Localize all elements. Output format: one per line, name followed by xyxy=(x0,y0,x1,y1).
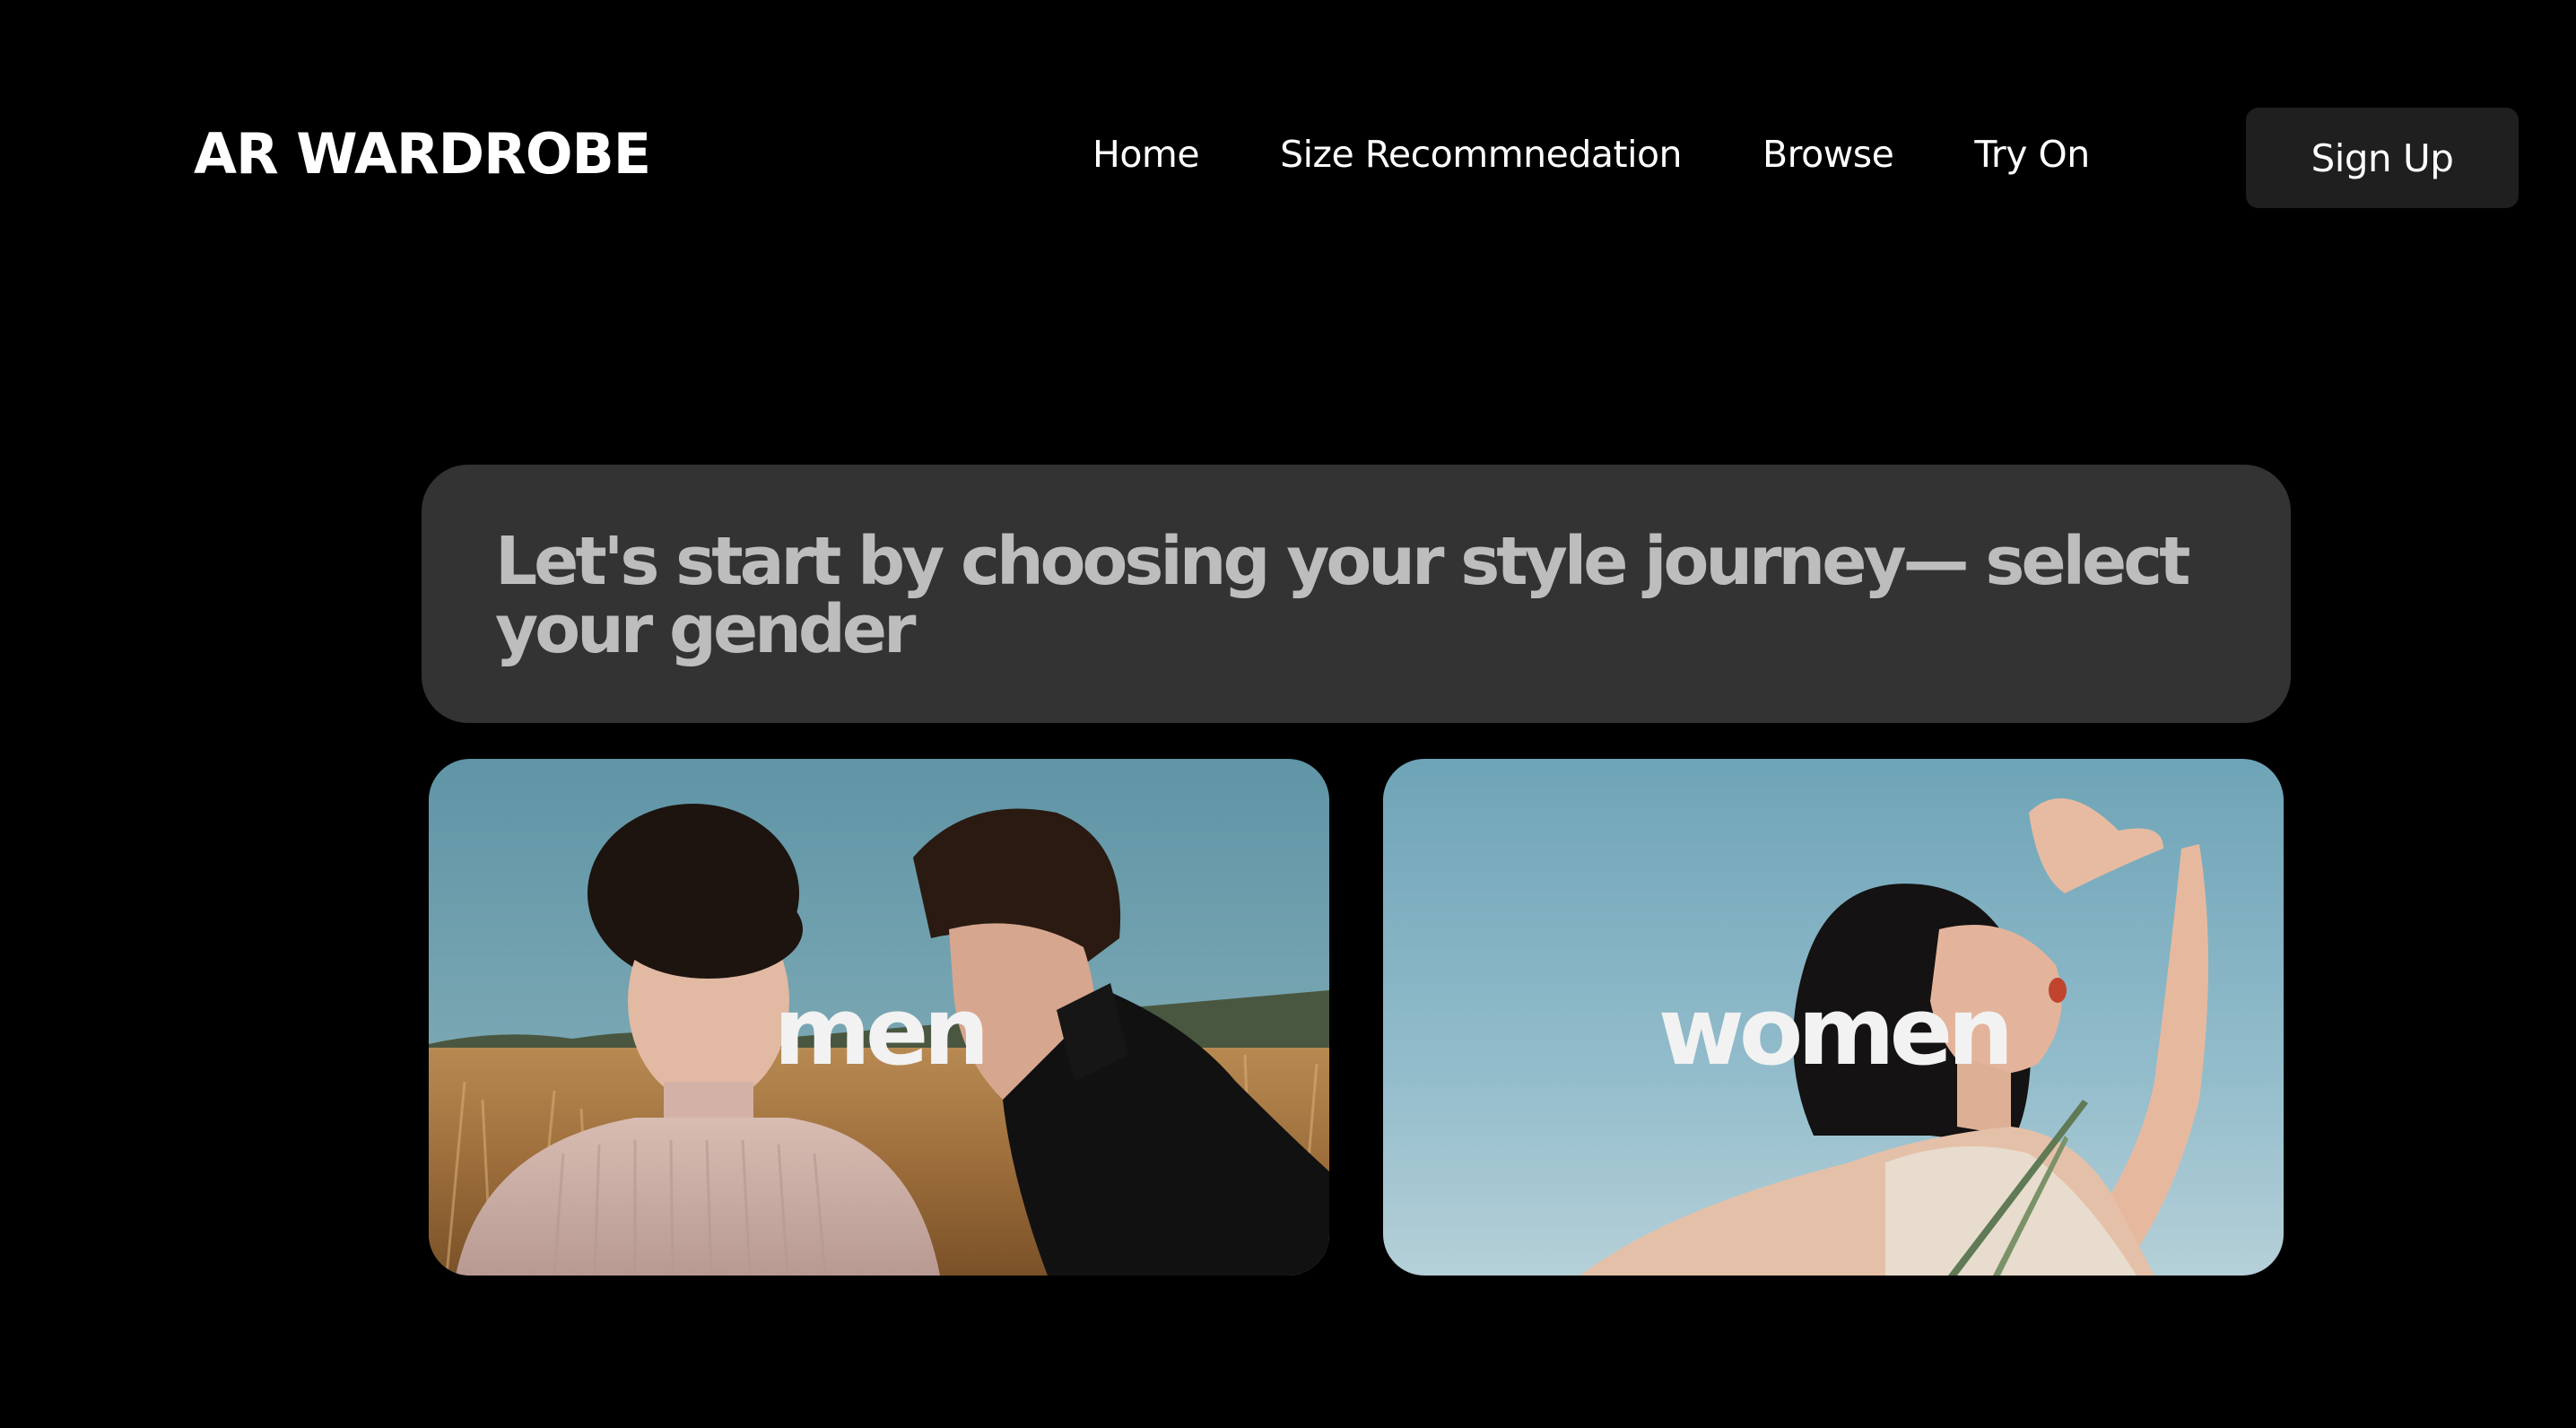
men-label: men xyxy=(773,977,990,1086)
nav-size-recommendation[interactable]: Size Recommnedation xyxy=(1280,133,1682,176)
gender-card-men[interactable]: men xyxy=(429,759,1329,1276)
gender-card-women[interactable]: women xyxy=(1383,759,2284,1276)
brand-logo[interactable]: AR WARDROBE xyxy=(194,118,651,190)
main-nav: Home Size Recommnedation Browse Try On xyxy=(1092,126,2090,183)
women-label: women xyxy=(1658,977,2014,1086)
nav-browse[interactable]: Browse xyxy=(1762,133,1894,176)
nav-home[interactable]: Home xyxy=(1092,133,1200,176)
prompt-heading: Let's start by choosing your style journ… xyxy=(495,523,2190,668)
page: AR WARDROBE Home Size Recommnedation Bro… xyxy=(0,0,2576,1428)
sign-up-button[interactable]: Sign Up xyxy=(2246,108,2519,208)
nav-try-on[interactable]: Try On xyxy=(1974,133,2090,176)
prompt-panel: Let's start by choosing your style journ… xyxy=(422,465,2291,723)
